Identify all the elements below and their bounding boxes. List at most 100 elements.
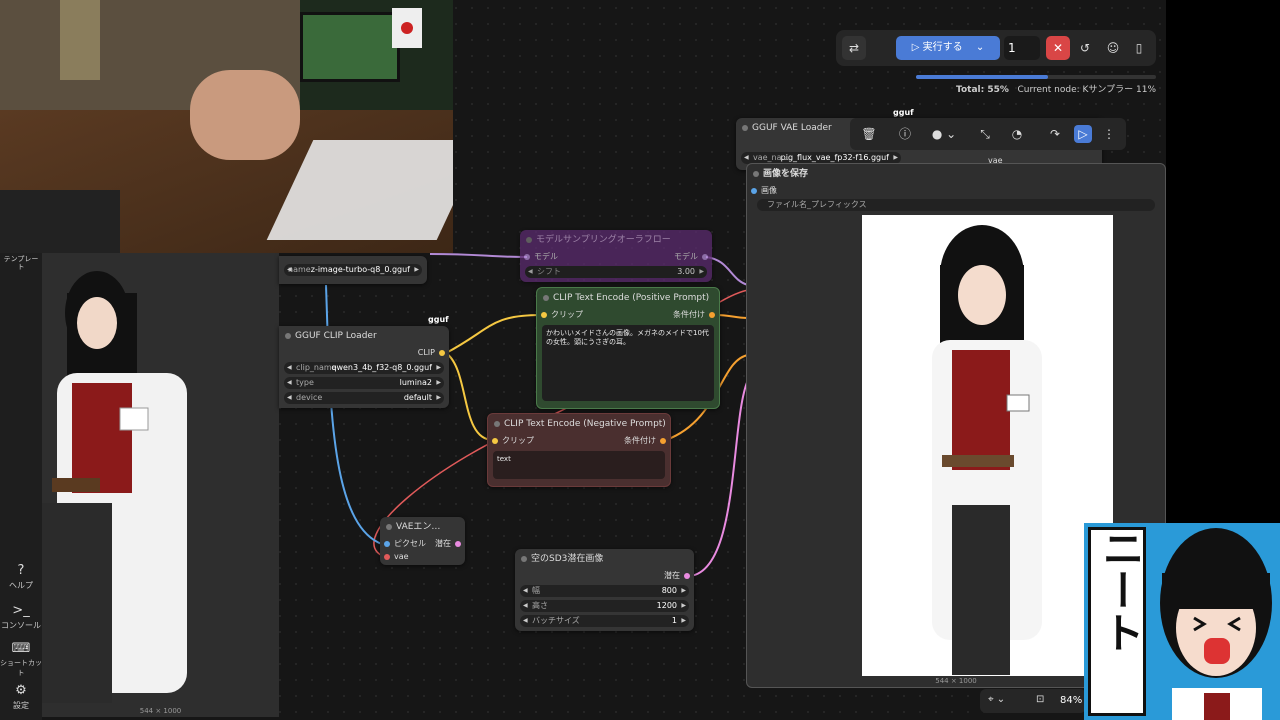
sidebar-item-shortcuts[interactable]: ⌨ ショートカット (0, 641, 42, 678)
webcam-feed (0, 0, 453, 253)
more-icon[interactable]: ⋮ (1100, 125, 1118, 143)
sidebar-item-label: ショートカット (0, 659, 42, 677)
fit-view-icon[interactable]: ⊡ (1036, 694, 1044, 705)
terminal-icon: >_ (12, 603, 30, 618)
slot-out-label: 潜在 (664, 571, 680, 580)
positive-prompt-node[interactable]: CLIP Text Encode (Positive Prompt) クリップ … (536, 287, 720, 409)
widget-label: name (288, 265, 311, 274)
width-widget[interactable]: 幅 800 (520, 585, 689, 597)
history-icon[interactable]: ↺ (1074, 36, 1096, 60)
clip-output-slot[interactable]: CLIP (279, 346, 449, 359)
progress-bar (916, 75, 1156, 79)
sidebar-toggle-icon[interactable]: ▯ (1128, 36, 1150, 60)
batch-count-stepper[interactable]: 1 (1004, 36, 1040, 60)
clip-slot[interactable]: クリップ 条件付け (488, 434, 670, 447)
execute-node-icon[interactable]: ▷ (1074, 125, 1092, 143)
mascot-overlay: ニート (1084, 523, 1280, 720)
prompt-textarea[interactable]: かわいいメイドさんの画像。メガネのメイドで10代の女性。頭にうさぎの耳。 (542, 325, 714, 401)
preview-character-image (42, 271, 187, 703)
slot-in-label: 画像 (761, 186, 777, 195)
trash-icon[interactable]: 🗑 (860, 125, 878, 143)
cancel-button[interactable]: ✕ (1046, 36, 1070, 60)
mascot-text: ニート (1096, 527, 1145, 653)
model-loader-node[interactable]: name z-image-turbo-q8_0.gguf (279, 256, 427, 284)
sidebar-item-label: テンプレート (3, 255, 39, 271)
link-icon[interactable]: ⇄ (842, 36, 866, 60)
filename-prefix-widget[interactable]: ファイル名_プレフィックス (757, 199, 1155, 211)
node-selection-toolbar: 🗑 ⓘ ● ⌄ ⤡ ◔ ↷ ▷ ⋮ (850, 118, 1126, 150)
pixel-slot[interactable]: ピクセル 潜在 (380, 537, 465, 550)
device-widget[interactable]: device default (284, 392, 444, 404)
sidebar-item-help[interactable]: ? ヘルプ (0, 563, 42, 591)
gear-icon: ⚙ (15, 683, 27, 698)
info-icon[interactable]: ⓘ (896, 125, 914, 143)
widget-value: z-image-turbo-q8_0.gguf (310, 265, 410, 274)
color-picker-icon[interactable]: ● ⌄ (930, 125, 958, 143)
slot-out-label: 条件付け (673, 310, 705, 319)
chevron-down-icon: ⌄ (975, 42, 985, 53)
widget-label: シフト (537, 267, 561, 276)
canvas-controls: ⌖ ⌄ ⊡ 84% (980, 689, 1086, 713)
left-sidebar: テンプレート ? ヘルプ >_ コンソール ⌨ ショートカット ⚙ 設定 (0, 253, 42, 720)
slot-out-label: 潜在 (435, 539, 451, 548)
zoom-level[interactable]: 84% (1060, 695, 1082, 706)
widget-value: 800 (661, 586, 677, 595)
sidebar-item-label: コンソール (1, 621, 41, 630)
widget-label: 高さ (532, 601, 548, 610)
sidebar-item-label: 設定 (13, 701, 29, 710)
sidebar-item-templates[interactable]: テンプレート (0, 255, 42, 271)
clip-name-widget[interactable]: clip_name qwen3_4b_f32-q8_0.gguf (284, 362, 444, 374)
node-title: CLIP Text Encode (Negative Prompt) (488, 414, 670, 434)
widget-value: qwen3_4b_f32-q8_0.gguf (331, 363, 432, 372)
collapse-icon[interactable]: ⤡ (976, 125, 994, 143)
shift-widget[interactable]: シフト 3.00 (525, 266, 707, 278)
progress-fill (916, 75, 1048, 79)
character-image (932, 225, 1042, 675)
model-name-widget[interactable]: name z-image-turbo-q8_0.gguf (284, 264, 422, 276)
sidebar-item-console[interactable]: >_ コンソール (0, 603, 42, 631)
node-title: VAEエン… (380, 517, 465, 537)
latent-output-slot[interactable]: 潜在 (515, 569, 694, 582)
image-input-slot[interactable]: 画像 (747, 184, 1165, 197)
image-preview-panel: 544 × 1000 (42, 253, 279, 717)
slot-out-label: CLIP (417, 348, 435, 357)
run-button[interactable]: ▷ 実行する ⌄ (896, 36, 1000, 60)
user-icon[interactable]: ☺ (1102, 36, 1124, 60)
sidebar-item-settings[interactable]: ⚙ 設定 (0, 683, 42, 711)
widget-value: 3.00 (677, 267, 695, 276)
generated-image (862, 215, 1113, 676)
widget-value: default (403, 393, 432, 402)
progress-status: Total: 55% Current node: Kサンプラー 11% (900, 82, 1156, 95)
widget-value: 1200 (656, 601, 677, 610)
clip-loader-node[interactable]: GGUF CLIP Loader CLIP clip_name qwen3_4b… (279, 326, 449, 408)
height-widget[interactable]: 高さ 1200 (520, 600, 689, 612)
run-label: 実行する (922, 42, 963, 53)
widget-label: type (296, 378, 314, 387)
node-title: 空のSD3潜在画像 (515, 549, 694, 569)
widget-value: 1 (671, 616, 677, 625)
type-widget[interactable]: type lumina2 (284, 377, 444, 389)
help-icon: ? (17, 563, 25, 578)
redo-icon[interactable]: ↷ (1046, 125, 1064, 143)
vae-slot[interactable]: vae (380, 550, 465, 563)
batch-size-widget[interactable]: バッチサイズ 1 (520, 615, 689, 627)
node-title: モデルサンプリングオーラフロー (520, 230, 712, 250)
keyboard-icon: ⌨ (11, 641, 31, 656)
node-title: CLIP Text Encode (Positive Prompt) (537, 288, 719, 308)
clip-slot[interactable]: クリップ 条件付け (537, 308, 719, 321)
widget-label: device (296, 393, 323, 402)
node-title: 画像を保存 (747, 164, 1165, 184)
vae-encode-node[interactable]: VAEエン… ピクセル 潜在 vae (380, 517, 465, 565)
empty-latent-node[interactable]: 空のSD3潜在画像 潜在 幅 800 高さ 1200 バッチサイズ 1 (515, 549, 694, 631)
sidebar-item-label: ヘルプ (9, 581, 33, 590)
gguf-badge: gguf (893, 108, 914, 117)
select-tool-icon[interactable]: ⌖ ⌄ (988, 694, 1005, 705)
model-slot[interactable]: モデル モデル (520, 250, 712, 263)
slot-out-label: モデル (674, 252, 698, 261)
prompt-textarea[interactable]: text (493, 451, 665, 479)
bypass-icon[interactable]: ◔ (1008, 125, 1026, 143)
play-icon: ▷ (911, 42, 923, 53)
model-sampling-node[interactable]: モデルサンプリングオーラフロー モデル モデル シフト 3.00 (520, 230, 712, 282)
negative-prompt-node[interactable]: CLIP Text Encode (Negative Prompt) クリップ … (487, 413, 671, 487)
node-title: GGUF CLIP Loader (279, 326, 449, 346)
